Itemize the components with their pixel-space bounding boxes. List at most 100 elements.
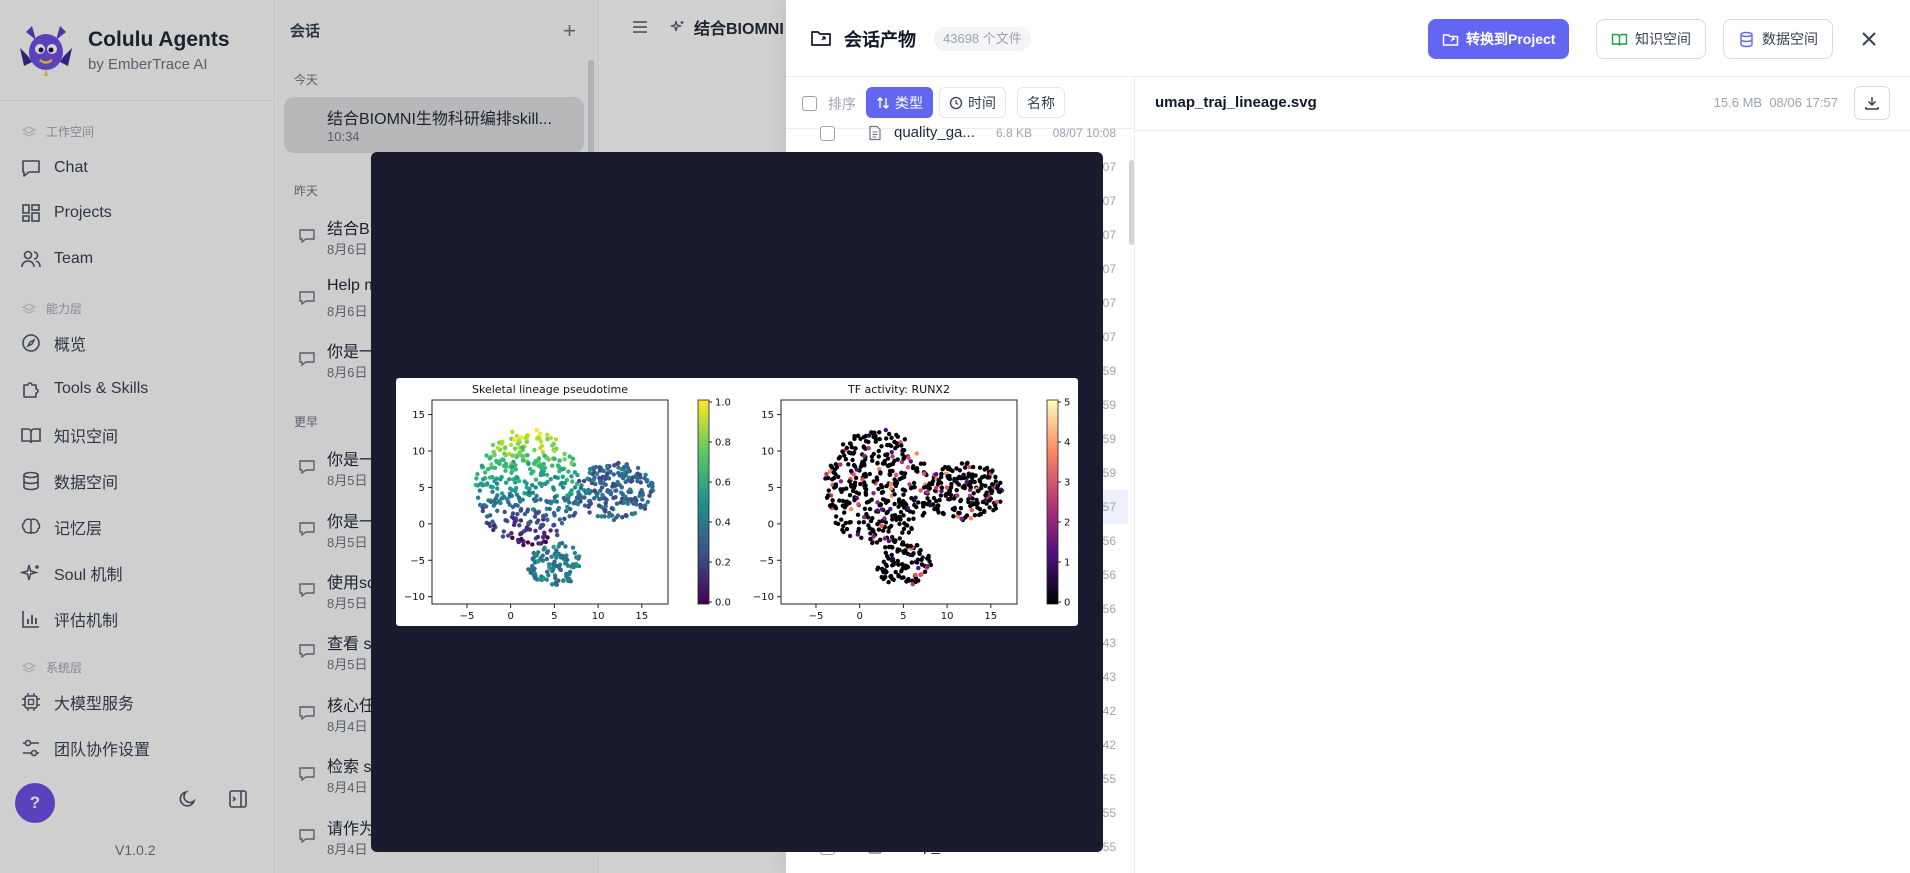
chip-label: 名称 — [1027, 94, 1055, 111]
umap-point — [948, 467, 953, 472]
umap-point — [873, 433, 878, 439]
x-tick-label: −5 — [460, 611, 475, 622]
knowledge-space-button[interactable]: 知识空间 — [1596, 19, 1706, 59]
umap-point — [919, 562, 925, 567]
umap-point — [591, 477, 596, 483]
umap-point — [862, 453, 867, 458]
umap-point — [909, 560, 914, 565]
umap-point — [990, 482, 995, 487]
umap-point — [906, 530, 912, 535]
umap-point — [477, 488, 482, 493]
umap-point — [914, 543, 920, 548]
umap-point — [901, 575, 906, 580]
umap-point — [587, 470, 592, 475]
umap-point — [863, 490, 868, 495]
umap-point — [968, 516, 974, 521]
umap-point — [900, 530, 905, 535]
umap-point — [551, 441, 556, 447]
umap-point — [550, 582, 555, 587]
umap-point — [843, 457, 849, 462]
umap-point — [930, 502, 936, 507]
umap-point — [851, 472, 856, 477]
data-space-button[interactable]: 数据空间 — [1723, 19, 1833, 59]
umap-point — [545, 517, 550, 522]
umap-point — [987, 505, 992, 510]
umap-point — [538, 445, 543, 451]
umap-point — [545, 535, 550, 540]
umap-point — [602, 514, 607, 519]
umap-point — [855, 512, 861, 517]
umap-point — [957, 468, 962, 473]
umap-point — [517, 523, 522, 528]
umap-point — [852, 498, 857, 503]
umap-point — [531, 497, 537, 502]
umap-point — [893, 472, 899, 478]
close-icon[interactable] — [1856, 26, 1882, 52]
umap-point — [860, 477, 865, 482]
download-button[interactable] — [1854, 86, 1890, 120]
drawer-header: 会话产物 43698 个文件 转换到Project 知识空间 数据空间 — [786, 0, 1910, 77]
select-all-checkbox[interactable] — [802, 96, 817, 111]
file-checkbox[interactable] — [820, 125, 835, 141]
umap-point — [911, 516, 916, 521]
umap-point — [861, 460, 866, 465]
umap-point — [990, 468, 995, 473]
umap-point — [509, 464, 515, 469]
umap-point — [518, 508, 523, 513]
umap-point — [548, 528, 553, 533]
umap-point — [982, 467, 987, 472]
umap-point — [562, 516, 567, 521]
umap-point — [948, 492, 954, 498]
x-tick-label: 15 — [984, 611, 997, 622]
umap-point — [643, 472, 648, 477]
umap-point — [925, 489, 930, 495]
umap-point — [481, 477, 486, 482]
umap-point — [925, 563, 931, 569]
sort-by-type-button[interactable]: 类型 — [866, 87, 933, 118]
scrollbar[interactable] — [1129, 160, 1134, 245]
umap-point — [621, 464, 627, 470]
umap-point — [919, 572, 924, 577]
umap-point — [883, 500, 889, 505]
umap-point — [624, 470, 629, 475]
umap-point — [957, 511, 962, 516]
umap-point — [889, 552, 894, 558]
sort-by-time-button[interactable]: 时间 — [939, 87, 1006, 118]
umap-point — [570, 545, 576, 550]
umap-point — [875, 508, 880, 513]
umap-point — [623, 496, 628, 501]
umap-point — [548, 435, 554, 441]
umap-point — [502, 451, 507, 456]
x-tick-label: 0 — [856, 611, 862, 622]
x-tick-label: 5 — [551, 611, 557, 622]
umap-point — [635, 465, 641, 471]
umap-point — [554, 563, 559, 568]
chip-label: 时间 — [968, 94, 996, 111]
x-tick-label: 5 — [900, 611, 906, 622]
umap-point — [879, 507, 885, 512]
umap-point — [485, 514, 490, 519]
umap-point — [479, 463, 485, 468]
umap-point — [943, 492, 948, 498]
preview-canvas[interactable]: Skeletal lineage pseudotime −5 0 5 10 15 15 10 5… — [371, 152, 1103, 852]
umap-point — [474, 476, 479, 481]
umap-point — [596, 503, 602, 508]
umap-point — [840, 503, 845, 508]
convert-to-project-button[interactable]: 转换到Project — [1428, 19, 1570, 59]
umap-point — [552, 474, 558, 480]
umap-point — [510, 429, 515, 435]
umap-point — [591, 467, 596, 472]
umap-point — [545, 472, 550, 478]
umap-point — [887, 468, 893, 474]
umap-point — [876, 448, 881, 454]
umap-point — [852, 483, 858, 488]
umap-point — [952, 476, 957, 482]
umap-point — [839, 517, 844, 522]
sort-by-name-button[interactable]: 名称 — [1017, 87, 1065, 118]
umap-point — [867, 499, 872, 504]
umap-point — [593, 481, 598, 487]
umap-point — [892, 501, 897, 507]
umap-point — [897, 521, 902, 527]
file-row[interactable]: quality_ga... 6.8 KB 08/07 10:08 — [786, 116, 1128, 150]
umap-point — [850, 488, 856, 494]
